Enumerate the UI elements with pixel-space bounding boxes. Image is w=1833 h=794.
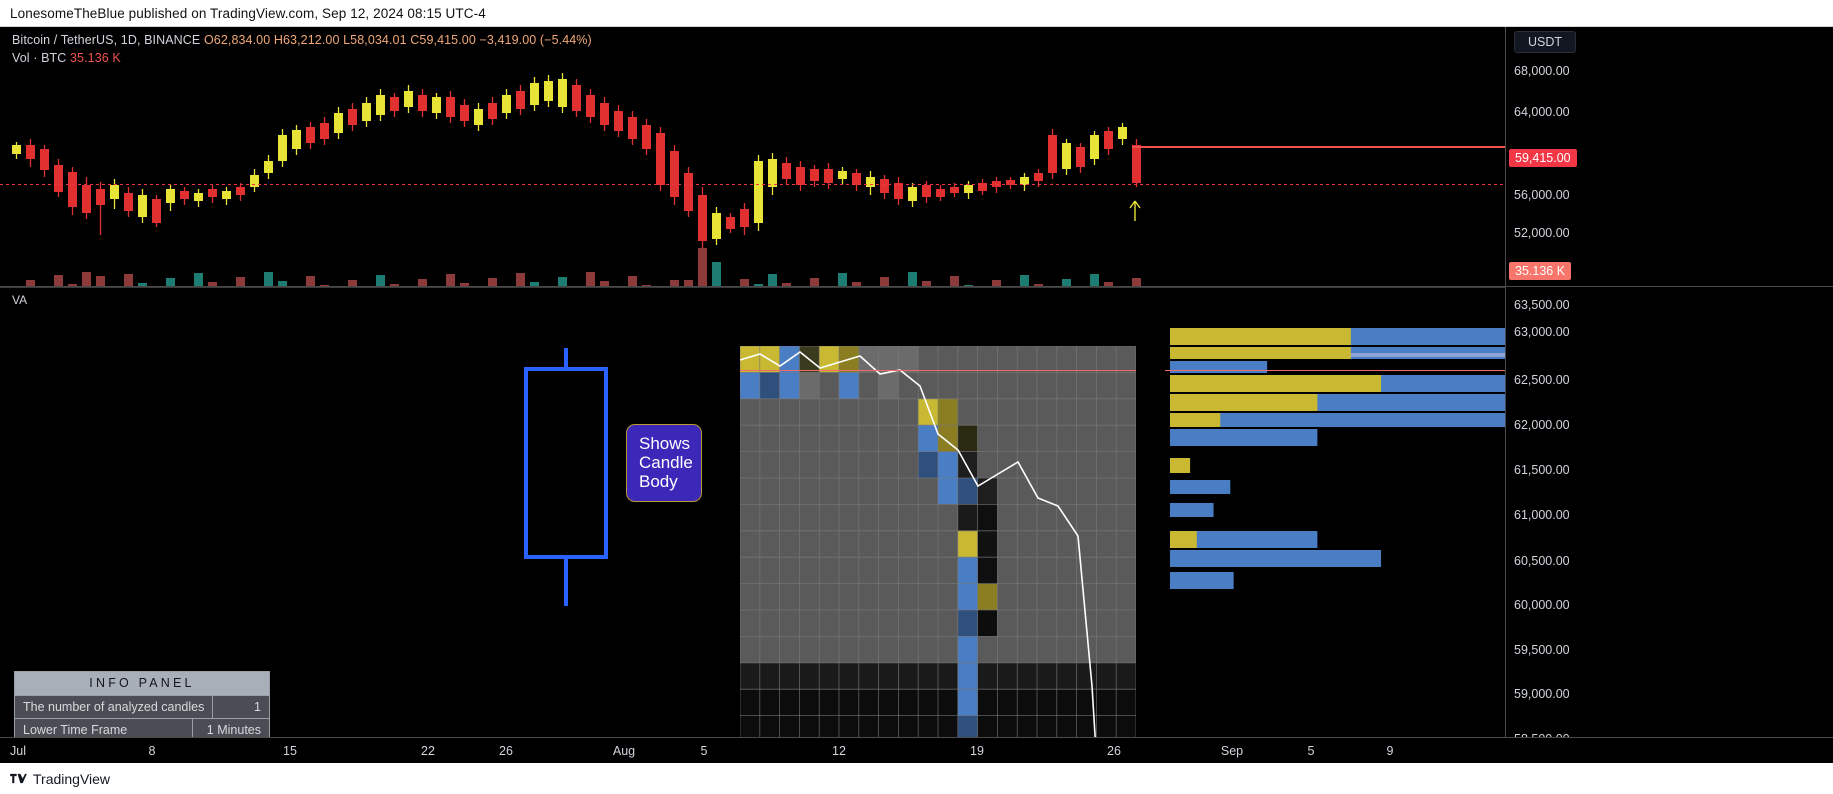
legend-close: 59,415.00 <box>419 33 476 47</box>
footer: TradingView <box>0 763 1833 794</box>
legend-high-label: H <box>273 33 283 47</box>
heatmap-cells <box>740 346 1136 794</box>
va-price-tick: 60,500.00 <box>1514 554 1570 568</box>
big-candle-upper-wick <box>564 348 568 368</box>
screenshot-root: LonesomeTheBlue published on TradingView… <box>0 0 1833 794</box>
info-panel-title: INFO PANEL <box>15 672 269 695</box>
main-legend: Bitcoin / TetherUS, 1D, BINANCE O62,834.… <box>12 33 592 47</box>
volume-profile-bars <box>1170 328 1505 589</box>
up-arrow-marker <box>1129 200 1141 221</box>
legend-high: 63,212.00 <box>283 33 340 47</box>
footer-brand: TradingView <box>33 770 111 787</box>
tradingview-logo-icon <box>10 773 27 784</box>
legend-open: 62,834.00 <box>213 33 271 47</box>
va-price-tick: 62,500.00 <box>1514 373 1570 387</box>
info-row-value: 1 <box>213 696 269 718</box>
time-tick: 5 <box>1307 744 1315 758</box>
volume-series <box>26 248 1141 286</box>
time-tick: Sep <box>1220 744 1244 758</box>
va-price-tick: 60,000.00 <box>1514 598 1570 612</box>
price-tick: 68,000.00 <box>1514 64 1570 78</box>
volume-badge: 35.136 K <box>1509 262 1572 280</box>
value-area-pane[interactable]: VA INFO PANEL The number of analyzed can… <box>0 287 1505 794</box>
time-tick: 8 <box>148 744 156 758</box>
va-price-tick: 59,500.00 <box>1514 643 1570 657</box>
price-tick: 56,000.00 <box>1514 188 1570 202</box>
legend-low: 58,034.01 <box>350 33 407 47</box>
legend-open-label: O <box>203 33 214 47</box>
va-price-tick: 59,000.00 <box>1514 687 1570 701</box>
last-price-badge: 59,415.00 <box>1509 149 1577 167</box>
callout-shows-candle-body: Shows Candle Body <box>626 424 702 502</box>
price-tick: 64,000.00 <box>1514 105 1570 119</box>
chart-frame: Bitcoin / TetherUS, 1D, BINANCE O62,834.… <box>0 26 1833 794</box>
time-axis[interactable]: Jul 8 15 22 26 Aug 5 12 19 26 Sep 5 9 <box>0 737 1833 764</box>
info-panel-row: The number of analyzed candles 1 <box>15 695 269 718</box>
legend-symbol: Bitcoin / TetherUS, 1D, BINANCE <box>12 33 201 47</box>
va-price-tick: 63,500.00 <box>1514 298 1570 312</box>
currency-chip[interactable]: USDT <box>1514 31 1577 53</box>
big-candle-body <box>524 367 608 559</box>
callout-line-2: Candle <box>639 453 693 472</box>
va-price-tick: 63,000.00 <box>1514 325 1570 339</box>
va-price-tick: 61,000.00 <box>1514 508 1570 522</box>
volume-legend: Vol · BTC 35.136 K <box>12 51 121 65</box>
high-price-line <box>1132 146 1505 148</box>
publisher-line: LonesomeTheBlue published on TradingView… <box>0 0 1833 26</box>
price-scale-divider <box>1506 286 1833 287</box>
time-tick: 9 <box>1386 744 1394 758</box>
va-legend-title: VA <box>12 293 28 307</box>
callout-line-3: Body <box>639 472 678 491</box>
time-tick: 26 <box>499 744 513 758</box>
va-price-tick: 61,500.00 <box>1514 463 1570 477</box>
poc-level-line-heatmap <box>740 370 1136 371</box>
time-tick: 22 <box>421 744 435 758</box>
time-tick: 19 <box>970 744 984 758</box>
poc-level-line <box>1165 370 1505 371</box>
volume-legend-value: 35.136 K <box>69 51 121 65</box>
time-tick: 26 <box>1107 744 1121 758</box>
legend-change: −3,419.00 (−5.44%) <box>479 33 592 47</box>
time-tick: Jul <box>10 744 26 758</box>
price-tick: 52,000.00 <box>1514 226 1570 240</box>
va-price-tick: 62,000.00 <box>1514 418 1570 432</box>
price-scale[interactable]: USDT 68,000.00 64,000.00 60,000.00 59,41… <box>1505 27 1833 790</box>
last-price-line <box>0 184 1505 185</box>
big-candle-lower-wick <box>564 558 568 606</box>
time-tick: Aug <box>612 744 636 758</box>
info-row-key: The number of analyzed candles <box>15 696 214 718</box>
time-tick: 15 <box>283 744 297 758</box>
time-tick: 5 <box>700 744 708 758</box>
callout-line-1: Shows <box>639 434 691 453</box>
volume-legend-title: Vol · BTC <box>12 51 67 65</box>
time-tick: 12 <box>832 744 846 758</box>
main-price-pane[interactable]: Bitcoin / TetherUS, 1D, BINANCE O62,834.… <box>0 27 1505 286</box>
